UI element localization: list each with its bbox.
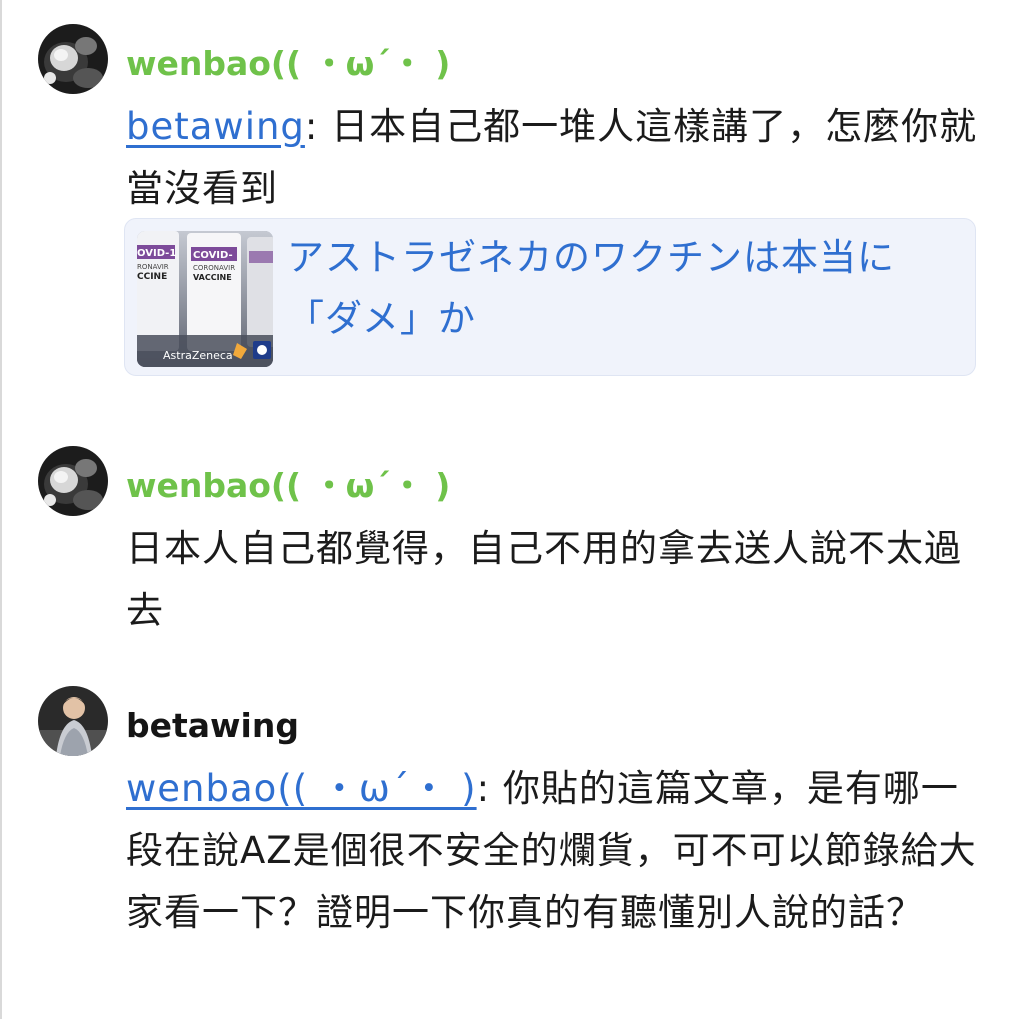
avatar-icon [38, 446, 108, 516]
svg-text:COVID-: COVID- [193, 250, 233, 261]
comment-text: betawing: 日本自己都一堆人這樣講了，怎麼你就當沒看到 [126, 96, 986, 220]
username[interactable]: wenbao(( ・ω´・ ) [126, 44, 450, 84]
link-preview-card[interactable]: OVID-1 RONAVIR CCINE COVID- CORONAVIR VA… [124, 218, 976, 376]
username[interactable]: wenbao(( ・ω´・ ) [126, 466, 450, 506]
avatar[interactable] [38, 446, 108, 516]
avatar[interactable] [38, 686, 108, 756]
svg-text:CCINE: CCINE [137, 272, 167, 282]
svg-text:AstraZeneca: AstraZeneca [163, 349, 233, 362]
svg-text:CORONAVIR: CORONAVIR [193, 264, 235, 272]
comment-body: 日本人自己都覺得，自己不用的拿去送人說不太過去 [126, 527, 962, 632]
link-title[interactable]: アストラゼネカのワクチンは本当に「ダメ」か [287, 227, 967, 349]
comment-thread: wenbao(( ・ω´・ ) betawing: 日本自己都一堆人這樣講了，怎… [0, 0, 1024, 1019]
mention-link[interactable]: wenbao(( ・ω´・ ) [126, 767, 477, 810]
svg-text:RONAVIR: RONAVIR [137, 263, 169, 271]
comment-item: wenbao(( ・ω´・ ) betawing: 日本自己都一堆人這樣講了，怎… [38, 24, 988, 394]
comment-item: betawing wenbao(( ・ω´・ ): 你貼的這篇文章，是有哪一段在… [38, 686, 988, 1016]
avatar-icon [38, 686, 108, 756]
comment-text: 日本人自己都覺得，自己不用的拿去送人說不太過去 [126, 518, 986, 642]
link-thumbnail: OVID-1 RONAVIR CCINE COVID- CORONAVIR VA… [137, 231, 273, 367]
mention-link[interactable]: betawing [126, 105, 305, 148]
svg-text:VACCINE: VACCINE [193, 273, 232, 282]
avatar-icon [38, 24, 108, 94]
username[interactable]: betawing [126, 706, 299, 746]
comment-item: wenbao(( ・ω´・ ) 日本人自己都覺得，自己不用的拿去送人說不太過去 [38, 446, 988, 646]
comment-text: wenbao(( ・ω´・ ): 你貼的這篇文章，是有哪一段在說AZ是個很不安全… [126, 758, 986, 944]
vaccine-vial-image: OVID-1 RONAVIR CCINE COVID- CORONAVIR VA… [137, 231, 273, 367]
avatar[interactable] [38, 24, 108, 94]
svg-text:OVID-1: OVID-1 [137, 248, 176, 259]
